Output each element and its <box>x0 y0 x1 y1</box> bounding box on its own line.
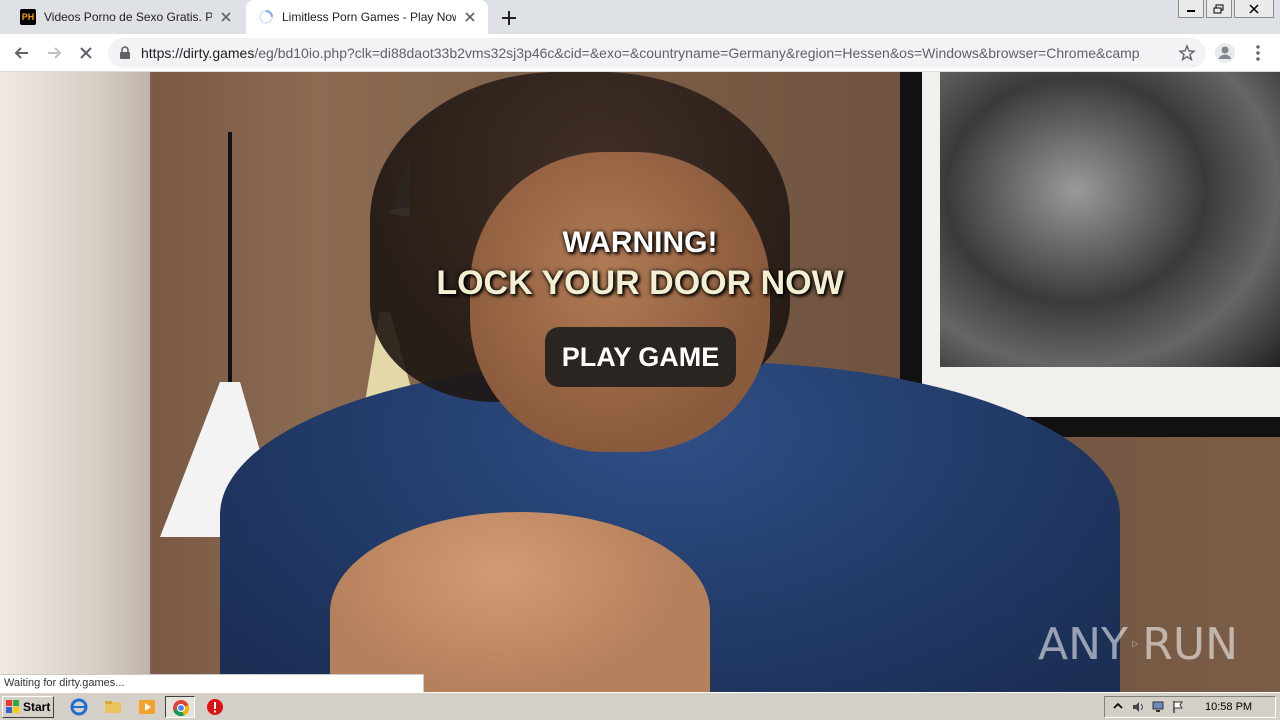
windows-logo-icon <box>6 700 19 713</box>
action-center-flag-icon[interactable] <box>1171 700 1185 714</box>
close-icon[interactable] <box>218 9 234 25</box>
restore-icon <box>1213 4 1224 13</box>
window-controls <box>1176 0 1274 18</box>
start-label: Start <box>23 700 51 714</box>
warning-heading: WARNING! <box>562 226 718 259</box>
tab-title: Videos Porno de Sexo Gratis. Pelicula <box>44 10 212 24</box>
chrome-icon <box>173 700 190 717</box>
tab-videos-porno[interactable]: PH Videos Porno de Sexo Gratis. Pelicula <box>8 0 244 34</box>
windows-taskbar: Start 10:58 PM <box>0 692 1280 720</box>
screen: PH Videos Porno de Sexo Gratis. Pelicula… <box>0 0 1280 720</box>
back-arrow-icon[interactable] <box>12 43 32 63</box>
close-icon[interactable] <box>462 9 478 25</box>
play-triangle-icon <box>1132 640 1139 648</box>
stop-sign-icon[interactable] <box>206 698 224 716</box>
media-player-icon[interactable] <box>138 698 156 716</box>
status-bubble: Waiting for dirty.games... <box>0 674 424 692</box>
forward-arrow-icon[interactable] <box>44 43 64 63</box>
tab-strip: PH Videos Porno de Sexo Gratis. Pelicula… <box>0 0 1280 34</box>
page-content: WARNING! LOCK YOUR DOOR NOW PLAY GAME AN… <box>0 72 1280 692</box>
watermark-run: RUN <box>1142 618 1238 670</box>
volume-icon[interactable] <box>1131 700 1145 714</box>
window-close-button[interactable] <box>1234 0 1274 18</box>
network-icon[interactable] <box>1151 700 1165 714</box>
start-button[interactable]: Start <box>2 696 54 718</box>
ad-overlay: WARNING! LOCK YOUR DOOR NOW PLAY GAME <box>0 72 1280 692</box>
url-host: https://dirty.games <box>141 45 255 61</box>
system-tray: 10:58 PM <box>1104 696 1276 718</box>
play-game-button[interactable]: PLAY GAME <box>545 327 736 387</box>
tab-title: Limitless Porn Games - Play Now <box>282 10 456 24</box>
internet-explorer-icon[interactable] <box>70 698 88 716</box>
warning-subheading: LOCK YOUR DOOR NOW <box>436 264 844 302</box>
clock[interactable]: 10:58 PM <box>1205 701 1252 713</box>
bookmark-star-icon[interactable] <box>1178 44 1196 62</box>
watermark-any: ANY <box>1038 618 1128 670</box>
minimize-button[interactable] <box>1178 0 1204 18</box>
lock-icon[interactable] <box>118 46 132 60</box>
stop-loading-icon[interactable] <box>76 43 96 63</box>
minimize-icon <box>1187 9 1195 12</box>
profile-avatar-icon[interactable] <box>1214 42 1236 64</box>
browser-toolbar: https://dirty.games/eg/bd10io.php?clk=di… <box>0 34 1280 72</box>
tab-limitless-porn-games[interactable]: Limitless Porn Games - Play Now <box>246 0 488 34</box>
close-icon <box>1249 3 1259 14</box>
file-explorer-icon[interactable] <box>104 698 122 716</box>
loading-spinner-icon <box>259 10 273 24</box>
ph-favicon-icon: PH <box>20 9 36 25</box>
url-text[interactable]: https://dirty.games/eg/bd10io.php?clk=di… <box>141 45 1141 61</box>
new-tab-icon[interactable] <box>498 7 520 29</box>
kebab-menu-icon[interactable] <box>1250 43 1266 63</box>
anyrun-watermark: ANY RUN <box>1038 612 1238 676</box>
restore-button[interactable] <box>1206 0 1232 18</box>
url-path: /eg/bd10io.php?clk=di88daot33b2vms32sj3p… <box>254 45 1141 61</box>
taskbar-chrome-button[interactable] <box>165 696 195 718</box>
address-bar[interactable]: https://dirty.games/eg/bd10io.php?clk=di… <box>108 38 1206 68</box>
show-hidden-icons-icon[interactable] <box>1111 700 1125 714</box>
